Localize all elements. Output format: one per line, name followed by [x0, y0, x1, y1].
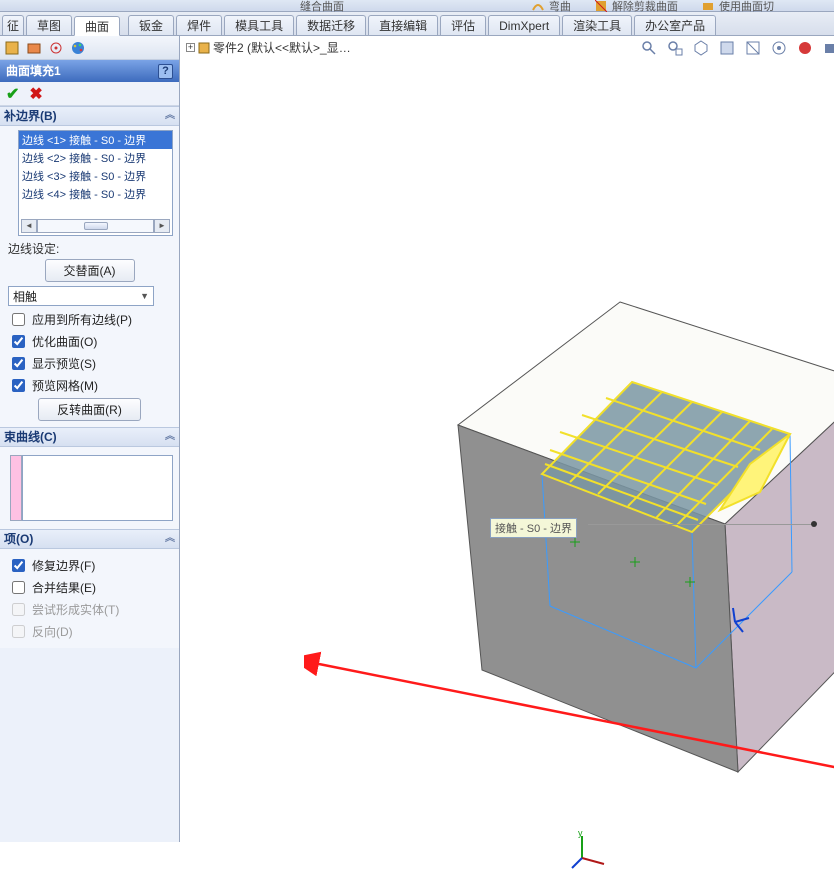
callout-leader — [588, 524, 814, 525]
palette-icon[interactable] — [70, 40, 86, 56]
panel-icon-2[interactable] — [26, 40, 42, 56]
tab-dimxpert[interactable]: DimXpert — [488, 15, 560, 35]
section-options-body: 修复边界(F) 合并结果(E) 尝试形成实体(T) 反向(D) — [0, 549, 179, 648]
tab-mold[interactable]: 模具工具 — [224, 15, 294, 35]
list-scrollbar[interactable]: ◄ ► — [21, 219, 170, 233]
orientation-icon[interactable] — [692, 39, 710, 57]
edge-callout: 接触 - S0 - 边界 — [490, 518, 577, 538]
constraint-listbox[interactable] — [22, 455, 173, 521]
section-constraint-body — [0, 447, 179, 529]
contact-combo[interactable]: 相触 ▼ — [8, 286, 154, 306]
chk-fix-boundary[interactable]: 修复边界(F) — [8, 556, 171, 575]
hint-cut[interactable]: 使用曲面切 — [702, 0, 774, 14]
tree-node-label: 零件2 (默认<<默认>_显… — [213, 39, 351, 56]
scroll-track[interactable] — [37, 219, 154, 233]
list-item[interactable]: 边线 <3> 接触 - S0 - 边界 — [19, 167, 172, 185]
list-item[interactable]: 边线 <1> 接触 - S0 - 边界 — [19, 131, 172, 149]
panel-title-bar: 曲面填充1 ? — [0, 60, 179, 82]
panel-title-text: 曲面填充1 — [6, 60, 61, 82]
chk-preview[interactable]: 显示预览(S) — [8, 354, 171, 373]
hint-bend[interactable]: 弯曲 — [532, 0, 571, 14]
section-constraint-label: 束曲线(C) — [4, 427, 57, 447]
tab-migration[interactable]: 数据迁移 — [296, 15, 366, 35]
constraint-color-strip — [10, 455, 22, 521]
tab-weld[interactable]: 焊件 — [176, 15, 222, 35]
display-style-icon[interactable] — [718, 39, 736, 57]
panel-icon-row — [0, 36, 179, 60]
ok-icon[interactable]: ✔ — [6, 84, 19, 104]
graphics-viewport[interactable]: + 零件2 (默认<<默认>_显… — [180, 36, 834, 842]
edge-listbox[interactable]: 边线 <1> 接触 - S0 - 边界 边线 <2> 接触 - S0 - 边界 … — [18, 130, 173, 236]
chevron-up-icon: ︽ — [165, 427, 175, 447]
tab-feature[interactable]: 征 — [2, 15, 24, 35]
model-cube — [330, 202, 834, 842]
chk-optimize[interactable]: 优化曲面(O) — [8, 332, 171, 351]
part-icon — [197, 41, 211, 55]
chk-merge-result[interactable]: 合并结果(E) — [8, 578, 171, 597]
cancel-icon[interactable]: ✖ — [29, 84, 42, 104]
view-triad: y — [570, 830, 610, 870]
chk-apply-all[interactable]: 应用到所有边线(P) — [8, 310, 171, 329]
command-tabs: 征 草图 曲面 钣金 焊件 模具工具 数据迁移 直接编辑 评估 DimXpert… — [0, 12, 834, 36]
titlebar-hints: 弯曲 解除剪裁曲面 使用曲面切 — [532, 0, 774, 14]
section-boundary-label: 补边界(B) — [4, 106, 57, 126]
expand-icon[interactable]: + — [186, 43, 195, 52]
scene-icon[interactable] — [770, 39, 788, 57]
section-constraint-head[interactable]: 束曲线(C) ︽ — [0, 427, 179, 447]
hint-untrim[interactable]: 解除剪裁曲面 — [595, 0, 678, 14]
tab-sketch[interactable]: 草图 — [26, 15, 72, 35]
list-item[interactable]: 边线 <4> 接触 - S0 - 边界 — [19, 185, 172, 203]
confirm-row: ✔ ✖ — [0, 82, 179, 106]
chevron-up-icon: ︽ — [165, 529, 175, 549]
list-item[interactable]: 边线 <2> 接触 - S0 - 边界 — [19, 149, 172, 167]
heads-up-toolbar — [640, 39, 834, 57]
scroll-thumb[interactable] — [84, 222, 108, 230]
title-bar: 缝合曲面 弯曲 解除剪裁曲面 使用曲面切 — [0, 0, 834, 12]
section-icon[interactable] — [744, 39, 762, 57]
alt-face-button[interactable]: 交替面(A) — [45, 259, 135, 282]
panel-icon-1[interactable] — [4, 40, 20, 56]
zoom-fit-icon[interactable] — [640, 39, 658, 57]
section-boundary-body: 边线 <1> 接触 - S0 - 边界 边线 <2> 接触 - S0 - 边界 … — [0, 126, 179, 427]
scroll-left-icon[interactable]: ◄ — [21, 219, 37, 233]
combo-value: 相触 — [13, 288, 37, 305]
tab-directedit[interactable]: 直接编辑 — [368, 15, 438, 35]
tab-render[interactable]: 渲染工具 — [562, 15, 632, 35]
chk-mesh[interactable]: 预览网格(M) — [8, 376, 171, 395]
chevron-up-icon: ︽ — [165, 106, 175, 126]
tab-surface[interactable]: 曲面 — [74, 16, 120, 36]
zoom-area-icon[interactable] — [666, 39, 684, 57]
chevron-down-icon: ▼ — [140, 291, 149, 301]
titlebar-center-text: 缝合曲面 — [300, 0, 344, 14]
svg-text:y: y — [578, 830, 583, 838]
section-boundary-head[interactable]: 补边界(B) ︽ — [0, 106, 179, 126]
reverse-surface-button[interactable]: 反转曲面(R) — [38, 398, 141, 421]
help-icon[interactable]: ? — [158, 64, 173, 79]
tab-sheetmetal[interactable]: 钣金 — [128, 15, 174, 35]
tab-office[interactable]: 办公室产品 — [634, 15, 716, 35]
section-options-head[interactable]: 项(O) ︽ — [0, 529, 179, 549]
section-options-label: 项(O) — [4, 529, 33, 549]
chk-reverse-dir: 反向(D) — [8, 622, 171, 641]
scroll-right-icon[interactable]: ► — [154, 219, 170, 233]
edge-setting-label: 边线设定: — [8, 240, 173, 257]
feature-manager-panel: 曲面填充1 ? ✔ ✖ 补边界(B) ︽ 边线 <1> 接触 - S0 - 边界… — [0, 36, 180, 842]
callout-anchor — [811, 521, 817, 527]
tab-evaluate[interactable]: 评估 — [440, 15, 486, 35]
appearance-icon[interactable] — [796, 39, 814, 57]
feature-tree-root[interactable]: + 零件2 (默认<<默认>_显… — [186, 39, 351, 56]
render-icon[interactable] — [822, 39, 834, 57]
target-icon[interactable] — [48, 40, 64, 56]
chk-try-solid: 尝试形成实体(T) — [8, 600, 171, 619]
